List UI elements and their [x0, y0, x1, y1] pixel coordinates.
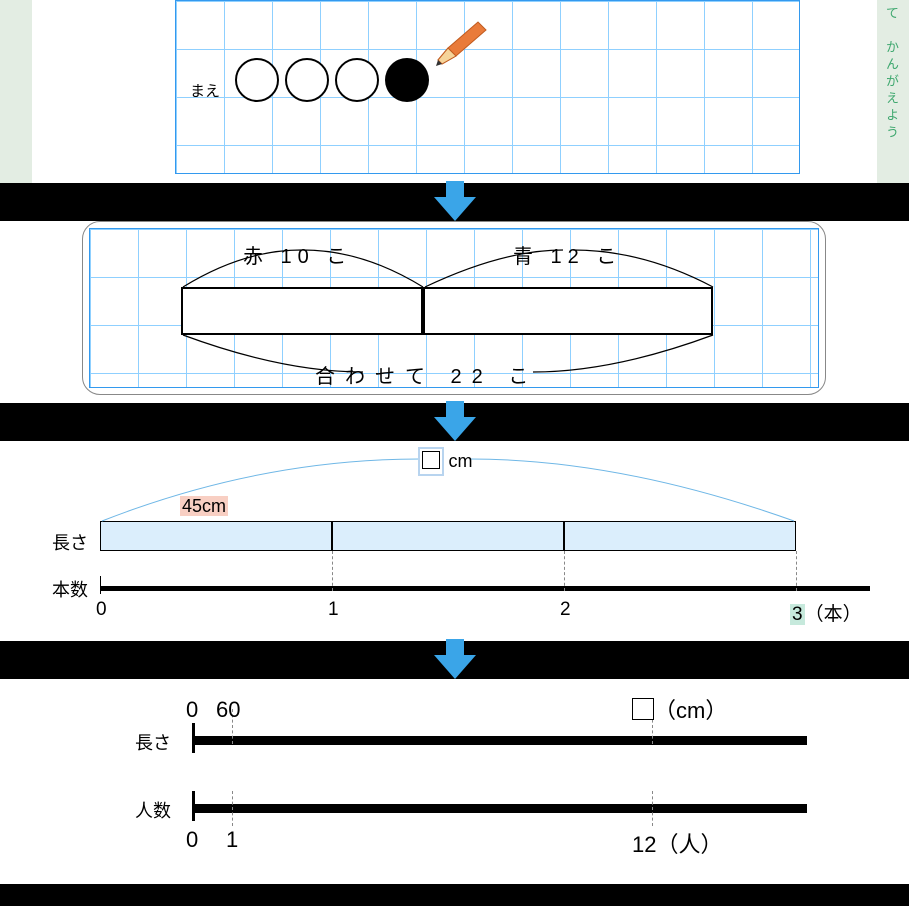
- circle-empty: [285, 58, 329, 102]
- dash-1: [232, 791, 233, 826]
- dashed-tick: [564, 551, 565, 591]
- circle-empty: [235, 58, 279, 102]
- vertical-hint: て かんがえよう: [882, 6, 901, 142]
- unknown-cm: cm: [418, 447, 472, 476]
- margin-left: [0, 0, 32, 183]
- separator: [0, 403, 909, 441]
- bottom-one: 1: [226, 827, 238, 853]
- tick: [100, 576, 101, 594]
- panel-1-counting: て かんがえよう まえ: [0, 0, 909, 183]
- separator-end: [0, 884, 909, 906]
- tick: [192, 791, 195, 821]
- total-label: 合わせて 22 こ: [315, 360, 538, 389]
- circle-row: [235, 58, 429, 102]
- red-label: 赤 10 こ: [243, 240, 352, 269]
- dashed-tick: [332, 551, 333, 591]
- numberline-top: [192, 736, 807, 745]
- top-zero: 0: [186, 697, 198, 723]
- blue-label: 青 12 こ: [513, 240, 622, 269]
- length-axis-label: 長さ: [52, 529, 88, 555]
- top-unknown: （cm）: [632, 693, 727, 725]
- dashed-tick: [796, 551, 797, 591]
- dash-12: [652, 791, 653, 826]
- tick-1: 1: [328, 599, 339, 621]
- arrow-down-icon: [432, 179, 478, 225]
- tick-2: 2: [560, 599, 571, 621]
- separator: [0, 641, 909, 679]
- separator: [0, 183, 909, 221]
- number-line: [100, 586, 870, 591]
- numberline-bottom: [192, 804, 807, 813]
- tick: [192, 723, 195, 753]
- tick-3: 3（本）: [790, 599, 862, 626]
- circle-empty: [335, 58, 379, 102]
- arrow-down-icon: [432, 399, 478, 445]
- people-axis-label: 人数: [135, 797, 171, 823]
- length-axis-label: 長さ: [135, 729, 171, 755]
- panel-4-double-numberline: 長さ 人数 0 60 （cm） 0 1 12（人）: [0, 679, 909, 884]
- arrow-down-icon: [432, 637, 478, 683]
- top-sixty: 60: [216, 697, 240, 723]
- tick-0: 0: [96, 599, 107, 621]
- panel-2-tape: 赤 10 こ 青 12 こ 合わせて 22 こ: [0, 221, 909, 403]
- count-axis-label: 本数: [52, 576, 88, 602]
- pencil-icon: [430, 18, 490, 68]
- panel-3-numberline-books: 長さ 本数 45cm cm 0 1 2 3（本）: [0, 441, 909, 641]
- mae-label: まえ: [190, 80, 220, 101]
- bottom-zero: 0: [186, 827, 198, 853]
- circle-filled: [385, 58, 429, 102]
- rounded-frame: 赤 10 こ 青 12 こ 合わせて 22 こ: [82, 221, 826, 395]
- bottom-twelve: 12（人）: [632, 827, 723, 859]
